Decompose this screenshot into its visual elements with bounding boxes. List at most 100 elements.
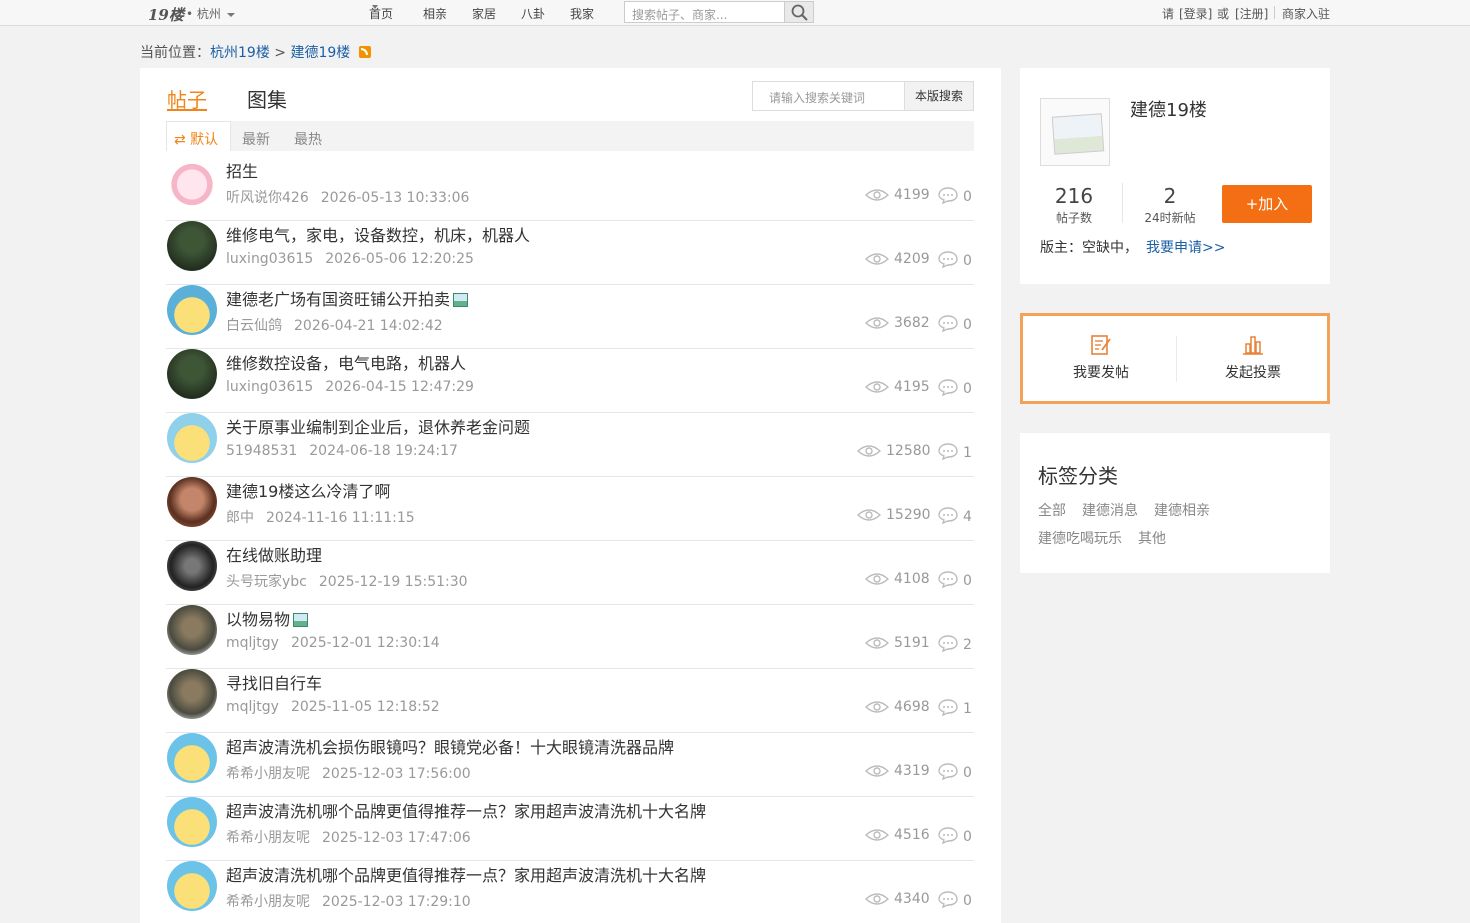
sort-latest[interactable]: 最新 bbox=[242, 129, 270, 149]
eye-icon bbox=[856, 445, 882, 457]
post-title[interactable]: 关于原事业编制到企业后，退休养老金问题 bbox=[226, 414, 530, 438]
post-title[interactable]: 在线做账助理 bbox=[226, 542, 322, 566]
post-row[interactable]: 建德19楼这么冷清了啊 郎中 2024-11-16 11:11:15 15290 4 bbox=[166, 477, 974, 541]
post-row[interactable]: 超声波清洗机哪个品牌更值得推荐一点？家用超声波清洗机十大名牌 希希小朋友呢 2025… bbox=[166, 797, 974, 861]
avatar[interactable] bbox=[167, 349, 217, 399]
post-author[interactable]: 希希小朋友呢 bbox=[226, 830, 310, 846]
breadcrumb-prefix: 当前位置： bbox=[140, 45, 210, 61]
post-date: 2026-04-21 14:02:42 bbox=[294, 318, 443, 334]
top-search-button[interactable] bbox=[784, 1, 814, 23]
avatar[interactable] bbox=[167, 157, 217, 207]
tag-other[interactable]: 其他 bbox=[1138, 528, 1166, 548]
site-logo[interactable]: 19楼 bbox=[148, 4, 184, 25]
post-row[interactable]: 建德老广场有国资旺铺公开拍卖 白云仙鸽 2026-04-21 14:02:42 368… bbox=[166, 285, 974, 349]
rss-icon[interactable] bbox=[359, 46, 372, 58]
post-author[interactable]: 头号玩家ybc bbox=[226, 574, 307, 590]
view-count: 5191 bbox=[864, 635, 930, 651]
new-post-label: 我要发帖 bbox=[1073, 365, 1129, 381]
post-author[interactable]: luxing03615 bbox=[226, 379, 313, 395]
eye-icon bbox=[864, 253, 890, 265]
avatar[interactable] bbox=[167, 285, 217, 335]
post-row[interactable]: 寻找旧自行车 mqljtgy 2025-11-05 12:18:52 4698 1 bbox=[166, 669, 974, 733]
post-title[interactable]: 维修电气，家电，设备数控，机床，机器人 bbox=[226, 222, 530, 246]
avatar[interactable] bbox=[167, 605, 217, 655]
divider bbox=[1122, 183, 1123, 223]
chevron-down-icon bbox=[372, 5, 378, 9]
post-author[interactable]: mqljtgy bbox=[226, 635, 279, 651]
post-count: 216 bbox=[1054, 184, 1094, 208]
post-author[interactable]: 听风说你426 bbox=[226, 190, 309, 206]
tag-all[interactable]: 全部 bbox=[1038, 500, 1066, 520]
post-row[interactable]: 招生 听风说你426 2026-05-13 10:33:06 4199 0 bbox=[166, 157, 974, 221]
tag-news[interactable]: 建德消息 bbox=[1082, 500, 1138, 520]
reply-count: 0 bbox=[938, 763, 972, 781]
post-title[interactable]: 超声波清洗机哪个品牌更值得推荐一点？家用超声波清洗机十大名牌 bbox=[226, 862, 706, 886]
nav-gossip[interactable]: 八卦 bbox=[521, 5, 545, 22]
avatar[interactable] bbox=[167, 221, 217, 271]
post-title[interactable]: 建德老广场有国资旺铺公开拍卖 bbox=[226, 286, 469, 310]
post-title[interactable]: 超声波清洗机哪个品牌更值得推荐一点？家用超声波清洗机十大名牌 bbox=[226, 798, 706, 822]
eye-icon bbox=[864, 765, 890, 777]
post-row[interactable]: 关于原事业编制到企业后，退休养老金问题 51948531 2024-06-18 19… bbox=[166, 413, 974, 477]
breadcrumb-jiande[interactable]: 建德19楼 bbox=[290, 45, 350, 61]
city-selector[interactable]: • 杭州 bbox=[186, 5, 235, 22]
moderator-info: 版主：空缺中， 我要申请>> bbox=[1040, 237, 1225, 257]
apply-moderator-link[interactable]: 我要申请>> bbox=[1146, 240, 1225, 256]
post-count-label: 帖子数 bbox=[1055, 211, 1092, 225]
post-date: 2025-12-03 17:29:10 bbox=[322, 894, 471, 910]
tab-albums[interactable]: 图集 bbox=[247, 84, 287, 113]
sort-hottest[interactable]: 最热 bbox=[294, 129, 322, 149]
top-search-input[interactable]: 搜索帖子、商家... bbox=[624, 1, 785, 23]
nav-dating[interactable]: 相亲 bbox=[423, 5, 447, 22]
tag-food-fun[interactable]: 建德吃喝玩乐 bbox=[1038, 528, 1122, 548]
post-row[interactable]: 维修电气，家电，设备数控，机床，机器人 luxing03615 2026-05-06… bbox=[166, 221, 974, 285]
post-title[interactable]: 招生 bbox=[226, 158, 258, 182]
or-text: 或 bbox=[1217, 7, 1230, 21]
post-row[interactable]: 以物易物 mqljtgy 2025-12-01 12:30:14 5191 2 bbox=[166, 605, 974, 669]
post-author[interactable]: 希希小朋友呢 bbox=[226, 894, 310, 910]
avatar[interactable] bbox=[167, 413, 217, 463]
avatar[interactable] bbox=[167, 733, 217, 783]
avatar[interactable] bbox=[167, 477, 217, 527]
merchant-link[interactable]: 商家入驻 bbox=[1282, 5, 1330, 22]
post-title[interactable]: 以物易物 bbox=[226, 606, 309, 630]
post-author[interactable]: luxing03615 bbox=[226, 251, 313, 267]
new-post-button[interactable]: 我要发帖 bbox=[1041, 334, 1161, 382]
post-author[interactable]: 白云仙鸽 bbox=[226, 318, 282, 334]
reply-count: 4 bbox=[938, 507, 972, 525]
post-meta: 希希小朋友呢 2025-12-03 17:56:00 bbox=[226, 763, 471, 783]
comment-icon bbox=[938, 379, 958, 397]
join-button[interactable]: +加入 bbox=[1222, 185, 1312, 223]
register-link[interactable]: [注册] bbox=[1235, 5, 1268, 22]
post-row[interactable]: 在线做账助理 头号玩家ybc 2025-12-19 15:51:30 4108 0 bbox=[166, 541, 974, 605]
view-count: 4108 bbox=[864, 571, 930, 587]
nav-home-decor[interactable]: 家居 bbox=[472, 5, 496, 22]
post-title[interactable]: 建德19楼这么冷清了啊 bbox=[226, 478, 390, 502]
post-title[interactable]: 寻找旧自行车 bbox=[226, 670, 322, 694]
post-title[interactable]: 维修数控设备，电气电路，机器人 bbox=[226, 350, 466, 374]
avatar[interactable] bbox=[167, 541, 217, 591]
view-count: 15290 bbox=[856, 507, 931, 523]
sort-tabs: ⇄ 默认 最新 最热 bbox=[166, 121, 974, 151]
new-posts-count: 2 bbox=[1163, 184, 1177, 208]
nav-my-home[interactable]: 我家 bbox=[570, 5, 594, 22]
post-title[interactable]: 超声波清洗机会损伤眼镜吗？眼镜党必备！十大眼镜清洗器品牌 bbox=[226, 734, 674, 758]
post-author[interactable]: 郎中 bbox=[226, 510, 254, 526]
avatar[interactable] bbox=[167, 797, 217, 847]
post-author[interactable]: 51948531 bbox=[226, 443, 297, 459]
start-vote-button[interactable]: 发起投票 bbox=[1193, 334, 1313, 382]
board-search-button[interactable]: 本版搜索 bbox=[904, 81, 974, 111]
post-row[interactable]: 超声波清洗机哪个品牌更值得推荐一点？家用超声波清洗机十大名牌希希小朋友呢 2025… bbox=[166, 861, 974, 923]
login-link[interactable]: [登录] bbox=[1179, 5, 1212, 22]
post-author[interactable]: mqljtgy bbox=[226, 699, 279, 715]
breadcrumb-hangzhou[interactable]: 杭州19楼 bbox=[210, 45, 270, 61]
post-author[interactable]: 希希小朋友呢 bbox=[226, 766, 310, 782]
tag-dating[interactable]: 建德相亲 bbox=[1154, 500, 1210, 520]
post-row[interactable]: 超声波清洗机会损伤眼镜吗？眼镜党必备！十大眼镜清洗器品牌希希小朋友呢 2025-1… bbox=[166, 733, 974, 797]
post-row[interactable]: 维修数控设备，电气电路，机器人 luxing03615 2026-04-15 12:… bbox=[166, 349, 974, 413]
reply-count: 0 bbox=[938, 827, 972, 845]
board-search-input[interactable]: 请输入搜索关键词 bbox=[752, 81, 905, 111]
sort-default[interactable]: ⇄ 默认 bbox=[166, 121, 231, 151]
avatar[interactable] bbox=[167, 669, 217, 719]
avatar[interactable] bbox=[167, 861, 217, 911]
